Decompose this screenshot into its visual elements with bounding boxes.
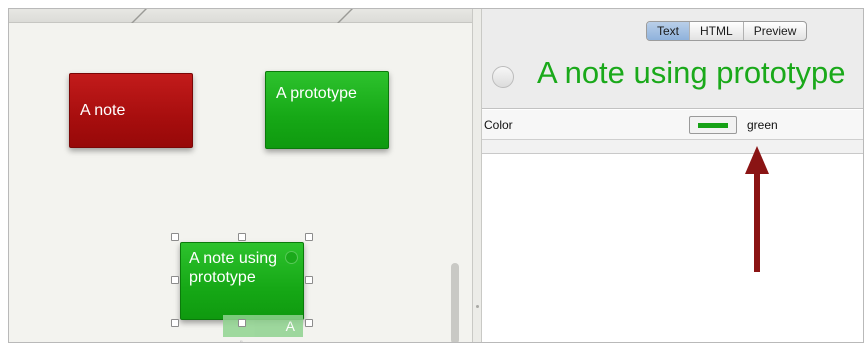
- note-inspector: Text HTML Preview A note using prototype…: [482, 9, 863, 342]
- chevron-down-icon: ⇩: [237, 341, 247, 343]
- resize-handle-bottom-left[interactable]: [171, 319, 179, 327]
- color-swatch: [698, 123, 728, 128]
- up-arrow-icon: [745, 146, 769, 272]
- attribute-name: Color: [484, 118, 513, 132]
- note-a-prototype[interactable]: A prototype: [265, 71, 389, 149]
- canvas-top-strip: [9, 9, 472, 25]
- splitter-grip-icon: [476, 305, 479, 308]
- prototype-indicator-icon: [285, 251, 298, 264]
- inspector-header: Text HTML Preview A note using prototype: [482, 9, 863, 109]
- map-canvas[interactable]: A note A prototype A note using prototyp…: [9, 23, 464, 343]
- tab-html[interactable]: HTML: [690, 22, 744, 40]
- resize-handle-bottom-right[interactable]: [305, 319, 313, 327]
- resize-handle-top-right[interactable]: [305, 233, 313, 241]
- attribute-row-color: Color green: [482, 110, 863, 140]
- tab-text[interactable]: Text: [647, 22, 691, 40]
- pane-splitter[interactable]: [472, 9, 482, 342]
- note-title[interactable]: A note using prototype: [537, 54, 846, 92]
- color-swatch-button[interactable]: [689, 116, 737, 134]
- note-status-circle-icon[interactable]: [492, 66, 514, 88]
- resize-handle-top[interactable]: [238, 233, 246, 241]
- tab-preview[interactable]: Preview: [744, 22, 807, 40]
- ghost-label: A: [285, 318, 295, 334]
- resize-handle-left[interactable]: [171, 276, 179, 284]
- resize-handle-bottom[interactable]: [238, 319, 246, 327]
- note-label: A note using prototype: [189, 250, 278, 286]
- note-label: A prototype: [276, 85, 357, 102]
- attribute-row-empty: [482, 140, 863, 154]
- note-label: A note: [80, 102, 126, 119]
- resize-handle-top-left[interactable]: [171, 233, 179, 241]
- vertical-scrollbar[interactable]: [451, 263, 459, 342]
- note-a-note[interactable]: A note: [69, 73, 193, 148]
- attribute-value[interactable]: green: [747, 118, 778, 132]
- drag-ghost-note: A: [223, 315, 303, 337]
- view-mode-segmented-control: Text HTML Preview: [646, 21, 808, 41]
- app-window: A note A prototype A note using prototyp…: [8, 8, 864, 343]
- resize-handle-right[interactable]: [305, 276, 313, 284]
